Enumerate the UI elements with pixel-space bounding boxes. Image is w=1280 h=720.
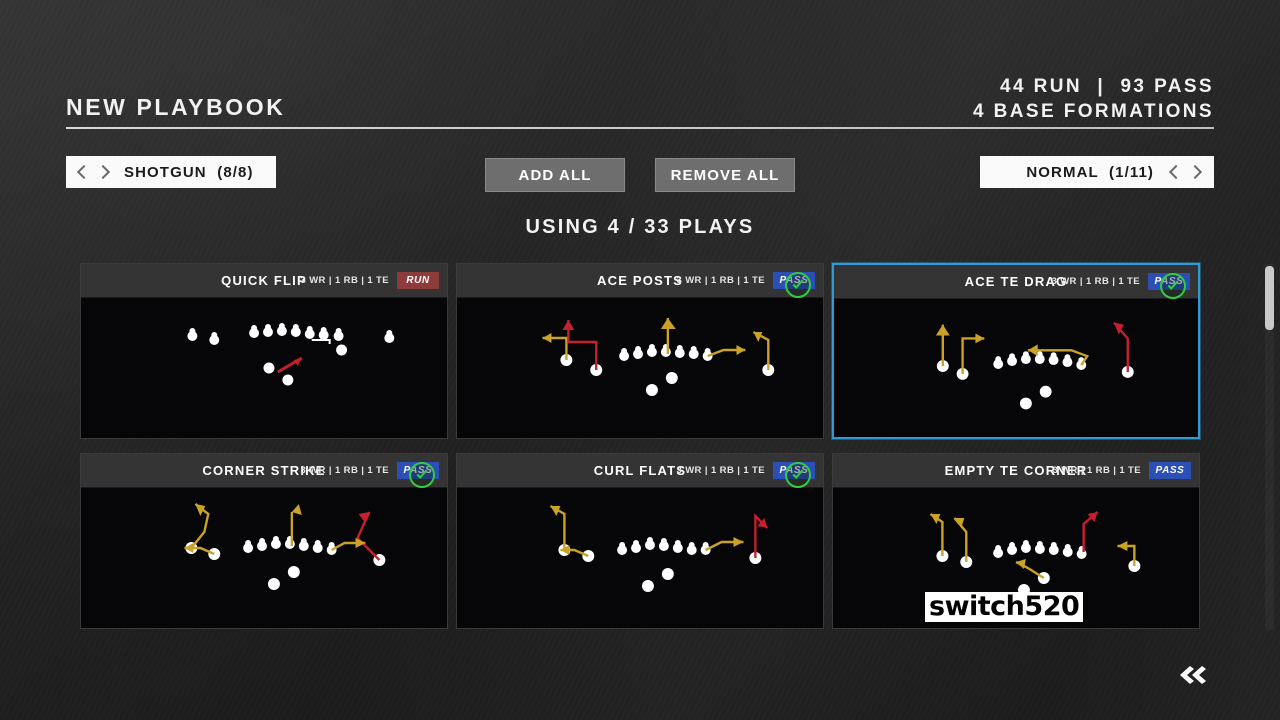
page-title: NEW PLAYBOOK [66, 94, 286, 120]
play-card-header: QUICK FLIP 3 WR | 1 RB | 1 TE RUN [81, 264, 447, 298]
play-card-quick-flip[interactable]: QUICK FLIP 3 WR | 1 RB | 1 TE RUN [80, 263, 448, 439]
play-added-check[interactable] [409, 462, 435, 488]
remove-all-button[interactable]: REMOVE ALL [655, 158, 795, 192]
playbook-stats: 44 RUN | 93 PASS 4 BASE FORMATIONS [973, 74, 1214, 124]
stats-run-pass: 44 RUN | 93 PASS [1000, 76, 1214, 97]
play-card-ace-te-drag[interactable]: ACE TE DRAG 3 WR | 1 RB | 1 TE PASS [832, 263, 1200, 439]
play-card-header: EMPTY TE CORNER 3 WR | 1 RB | 1 TE PASS [833, 454, 1199, 488]
play-added-check[interactable] [785, 462, 811, 488]
check-icon [416, 469, 428, 479]
play-card-header: CURL FLATS 3 WR | 1 RB | 1 TE PASS [457, 454, 823, 488]
check-icon [792, 469, 804, 479]
play-personnel: 3 WR | 1 RB | 1 TE [676, 465, 765, 476]
play-personnel: 3 WR | 1 RB | 1 TE [300, 465, 389, 476]
bulk-action-buttons: ADD ALL REMOVE ALL [0, 158, 1280, 192]
play-type-badge: RUN [397, 272, 439, 289]
play-personnel: 3 WR | 1 RB | 1 TE [1051, 276, 1140, 287]
check-icon [1167, 280, 1179, 290]
play-card-header: ACE POSTS 3 WR | 1 RB | 1 TE PASS [457, 264, 823, 298]
play-meta: 3 WR | 1 RB | 1 TE PASS [1052, 462, 1191, 479]
play-added-check[interactable] [1160, 273, 1186, 299]
play-grid: QUICK FLIP 3 WR | 1 RB | 1 TE RUN ACE PO… [80, 263, 1200, 631]
play-card-header: ACE TE DRAG 3 WR | 1 RB | 1 TE PASS [834, 265, 1198, 299]
play-added-check[interactable] [785, 272, 811, 298]
header: NEW PLAYBOOK 44 RUN | 93 PASS 4 BASE FOR… [66, 70, 1214, 130]
play-personnel: 3 WR | 1 RB | 1 TE [300, 275, 389, 286]
play-personnel: 3 WR | 1 RB | 1 TE [1052, 465, 1141, 476]
play-personnel: 3 WR | 1 RB | 1 TE [676, 275, 765, 286]
play-card-header: CORNER STRIKE 3 WR | 1 RB | 1 TE PASS [81, 454, 447, 488]
play-type-badge: PASS [1149, 462, 1191, 479]
add-all-button[interactable]: ADD ALL [485, 158, 625, 192]
play-meta: 3 WR | 1 RB | 1 TE RUN [300, 272, 439, 289]
playbook-screen: NEW PLAYBOOK 44 RUN | 93 PASS 4 BASE FOR… [0, 0, 1280, 720]
scrollbar-thumb[interactable] [1265, 266, 1274, 330]
watermark: switch520 [925, 592, 1084, 622]
play-diagram [457, 488, 823, 628]
double-chevron-left-icon [1180, 666, 1206, 684]
play-card-corner-strike[interactable]: CORNER STRIKE 3 WR | 1 RB | 1 TE PASS [80, 453, 448, 629]
play-diagram [457, 298, 823, 438]
play-diagram [834, 299, 1198, 437]
play-grid-scrollbar[interactable] [1265, 264, 1274, 630]
play-diagram [81, 488, 447, 628]
back-button[interactable] [1170, 660, 1214, 690]
header-divider [66, 127, 1214, 129]
play-card-curl-flats[interactable]: CURL FLATS 3 WR | 1 RB | 1 TE PASS [456, 453, 824, 629]
play-card-ace-posts[interactable]: ACE POSTS 3 WR | 1 RB | 1 TE PASS [456, 263, 824, 439]
play-diagram [81, 298, 447, 438]
using-plays-counter: USING 4 / 33 PLAYS [525, 216, 755, 238]
stats-formations: 4 BASE FORMATIONS [972, 101, 1214, 123]
check-icon [792, 279, 804, 289]
